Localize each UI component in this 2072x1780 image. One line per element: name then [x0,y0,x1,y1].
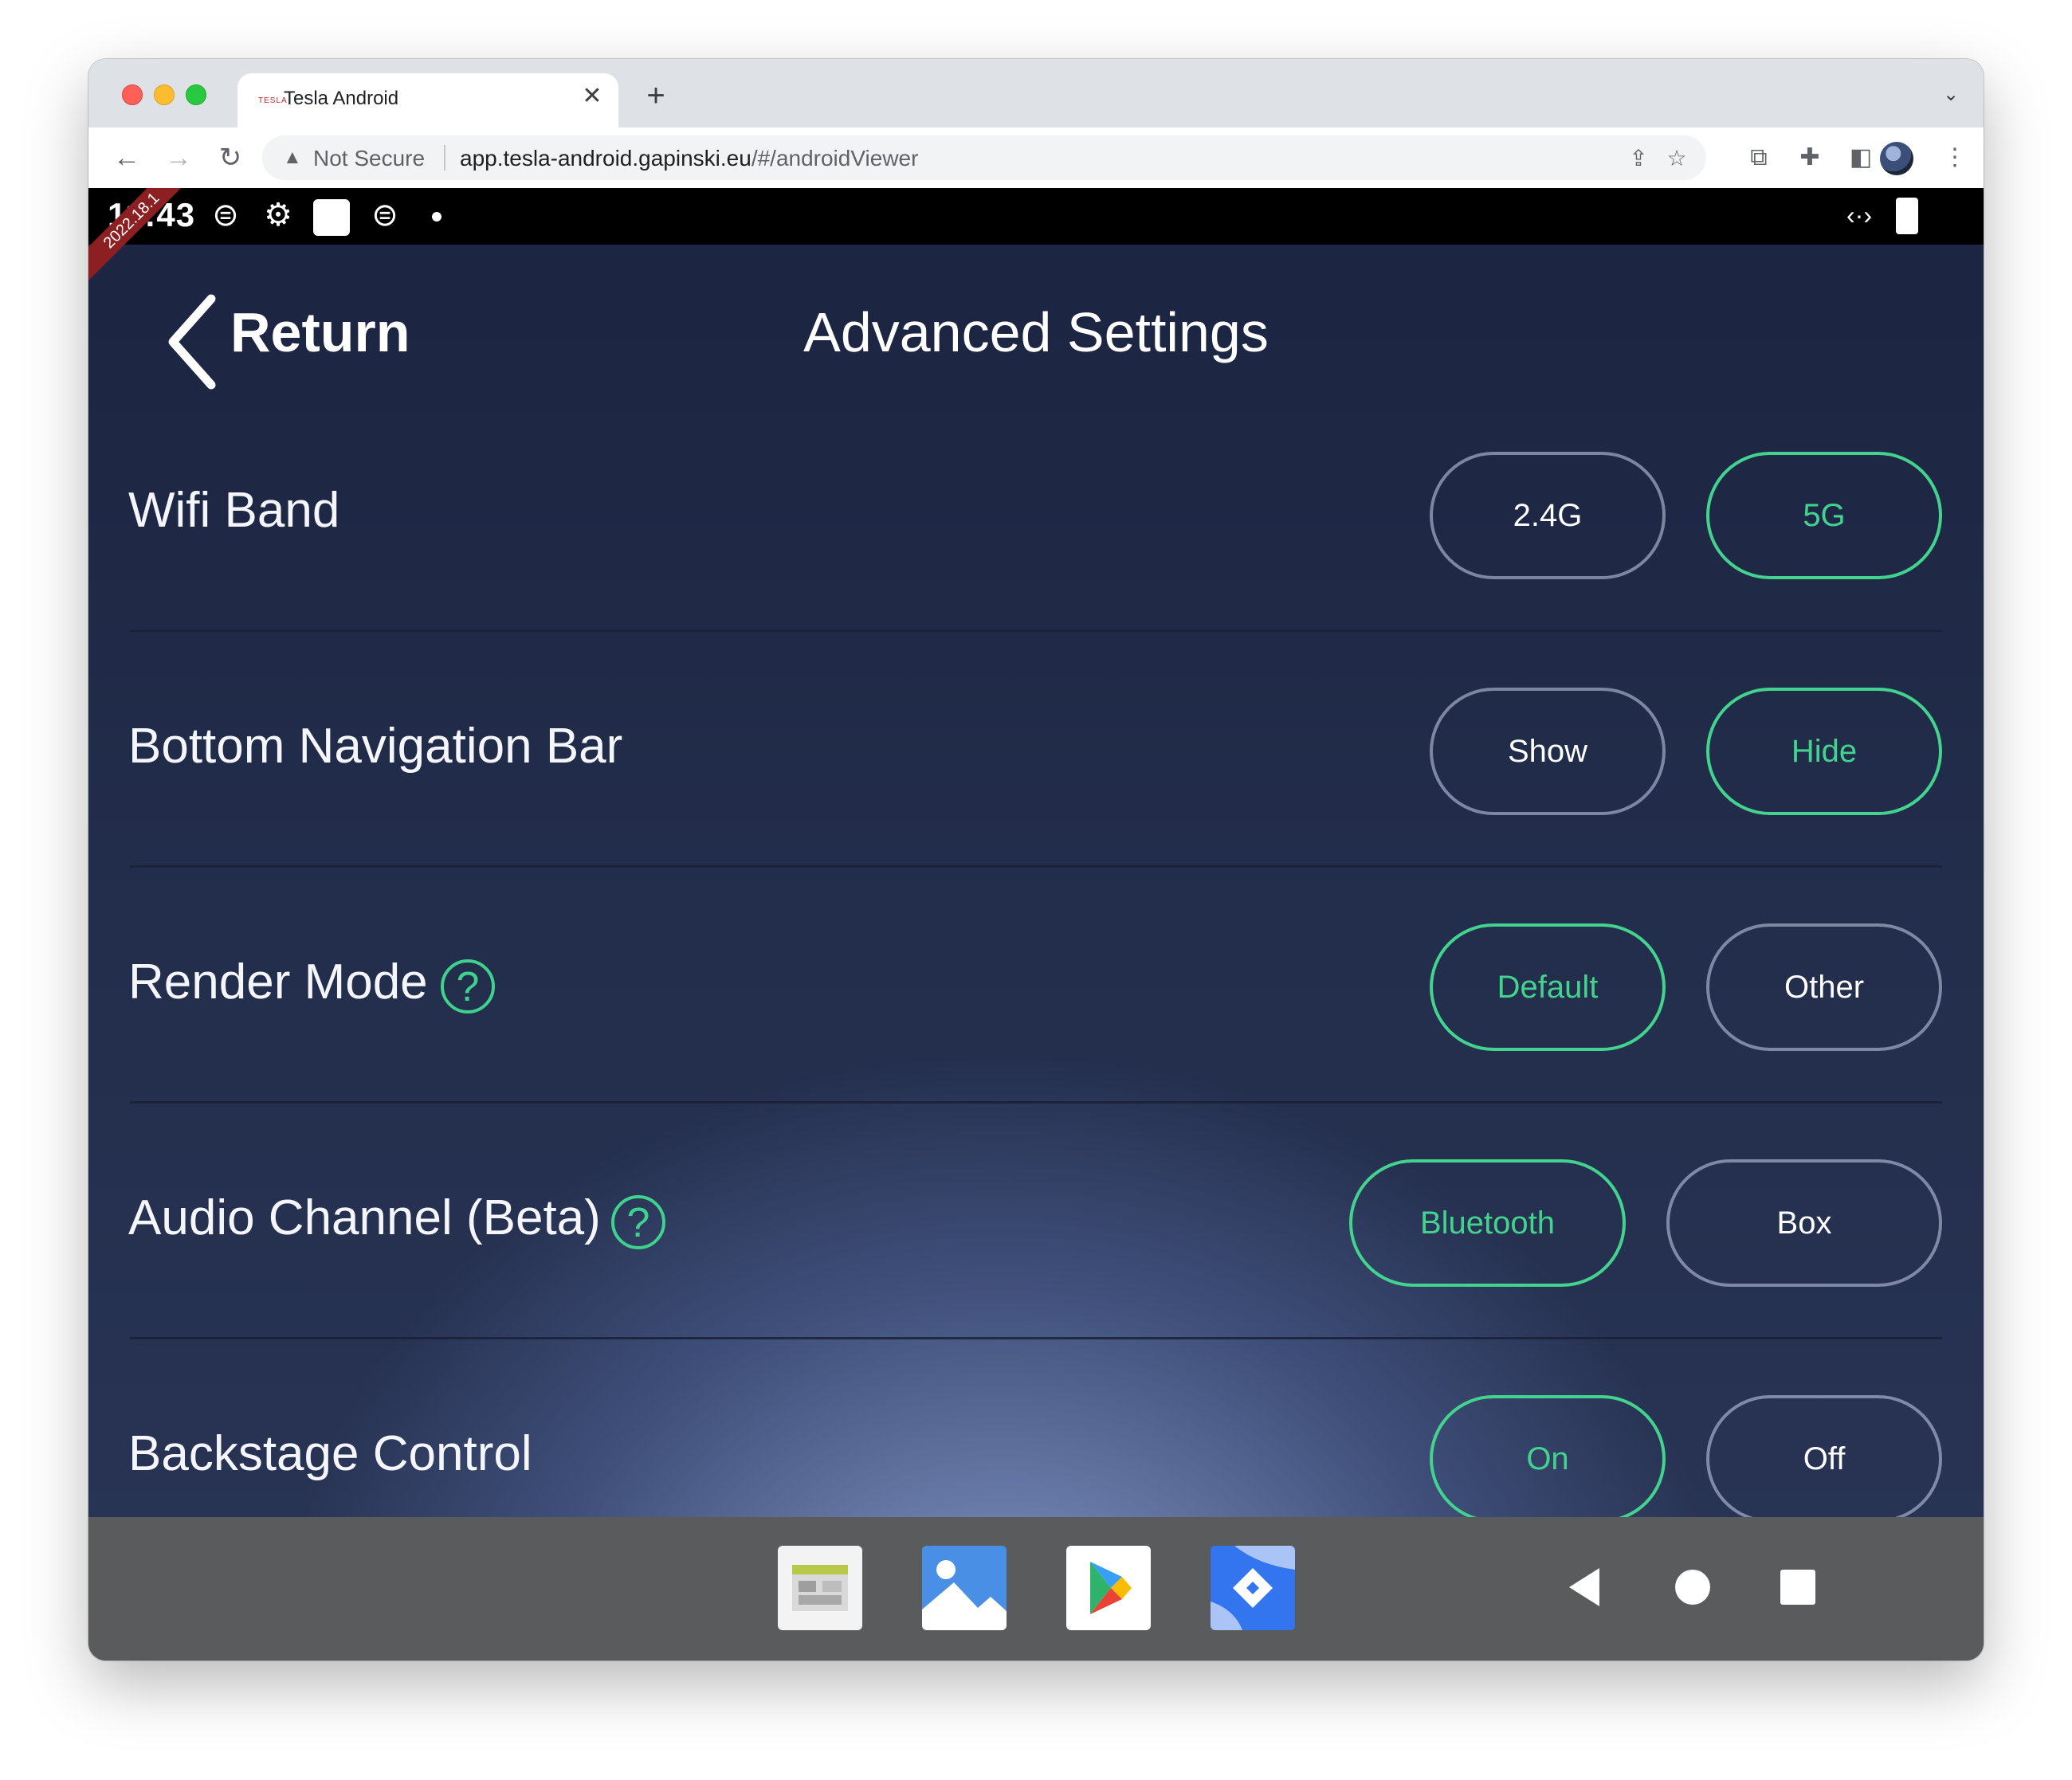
launcher-app-icon[interactable] [778,1546,862,1630]
more-notifications-dot [432,212,441,222]
recents-icon[interactable] [1774,1563,1822,1611]
reload-icon[interactable]: ↻ [213,140,248,175]
share-icon[interactable]: ⇪ [1625,145,1652,172]
gear-icon: ⚙ [264,198,292,233]
settings-header: Return Advanced Settings [88,245,1984,396]
option-box-button[interactable]: Box [1666,1159,1942,1287]
omnibox-divider [444,145,445,171]
tesla-favicon-icon: TESLA [258,96,288,105]
help-icon[interactable]: ? [441,959,495,1014]
setting-row-render-mode: Render Mode ? Default Other [88,868,1984,1104]
android-status-bar: 11:43 ⊜ ⚙ ⊜ ‹·› 2022.18.1 [88,188,1984,292]
data-transfer-icon: ‹·› [1846,201,1872,229]
url-host: app.tesla-android.gapinski.eu [460,146,751,171]
menu-icon[interactable]: ⋮ [1939,142,1971,174]
browser-window: TESLA Tesla Android ✕ + ⌄ ← → ↻ ▲ Not Se… [88,59,1984,1660]
tab-title: Tesla Android [284,88,399,109]
sidepanel-icon[interactable]: ◧ [1845,142,1877,174]
sync-icon: ⊜ [212,198,239,233]
android-navigation-bar [88,1517,1984,1660]
option-other-button[interactable]: Other [1706,923,1942,1051]
option-2-4g-button[interactable]: 2.4G [1430,452,1666,579]
tab-close-icon[interactable]: ✕ [579,83,606,110]
url-text[interactable]: app.tesla-android.gapinski.eu/#/androidV… [460,146,918,171]
page-title: Advanced Settings [803,301,1269,363]
option-5g-button[interactable]: 5G [1706,452,1942,579]
setting-label: Bottom Navigation Bar [128,719,623,774]
browser-toolbar: ← → ↻ ▲ Not Secure app.tesla-android.gap… [88,127,1984,189]
setting-label: Wifi Band [128,483,340,538]
play-store-app-icon[interactable] [1066,1546,1151,1630]
forward-arrow-icon[interactable]: → [161,140,196,175]
new-tab-button[interactable]: + [638,78,673,113]
home-icon[interactable] [1669,1563,1717,1611]
setting-row-audio-channel: Audio Channel (Beta) ? Bluetooth Box [88,1104,1984,1339]
tab-tesla-android[interactable]: TESLA Tesla Android ✕ [237,73,618,127]
security-status[interactable]: Not Secure [313,146,425,171]
back-icon[interactable] [1563,1563,1611,1611]
tab-strip: TESLA Tesla Android ✕ + ⌄ [88,59,1984,127]
setting-row-bottom-navigation-bar: Bottom Navigation Bar Show Hide [88,632,1984,868]
setting-label: Backstage Control [128,1426,532,1481]
extensions-icon[interactable]: ✚ [1794,142,1826,174]
maximize-window-button[interactable] [186,84,206,105]
url-path: /#/androidViewer [751,146,919,171]
gallery-app-icon[interactable] [922,1546,1007,1630]
option-bluetooth-button[interactable]: Bluetooth [1349,1159,1626,1287]
setting-label: Render Mode [128,955,428,1010]
help-icon[interactable]: ? [611,1195,665,1249]
tabs-icon[interactable]: ⧉ [1743,142,1775,174]
address-bar[interactable]: ▲ Not Secure app.tesla-android.gapinski.… [262,135,1706,180]
notification-square-icon [313,199,350,236]
avatar[interactable] [1880,142,1913,175]
battery-icon [1896,198,1918,234]
option-hide-button[interactable]: Hide [1706,688,1942,815]
warning-icon[interactable]: ▲ [283,147,305,169]
option-show-button[interactable]: Show [1430,688,1666,815]
close-window-button[interactable] [122,84,143,105]
back-arrow-icon[interactable]: ← [109,140,144,175]
maps-app-icon[interactable] [1211,1546,1295,1630]
option-default-button[interactable]: Default [1430,923,1666,1051]
android-viewer[interactable]: 11:43 ⊜ ⚙ ⊜ ‹·› 2022.18.1 Return Advance… [88,188,1984,1660]
tab-dropdown-icon[interactable]: ⌄ [1939,83,1963,107]
setting-row-wifi-band: Wifi Band 2.4G 5G [88,396,1984,632]
sync-icon-2: ⊜ [371,198,398,233]
option-on-button[interactable]: On [1430,1395,1666,1523]
star-icon[interactable]: ☆ [1663,145,1690,172]
minimize-window-button[interactable] [154,84,175,105]
option-off-button[interactable]: Off [1706,1395,1942,1523]
setting-label: Audio Channel (Beta) [128,1190,601,1245]
